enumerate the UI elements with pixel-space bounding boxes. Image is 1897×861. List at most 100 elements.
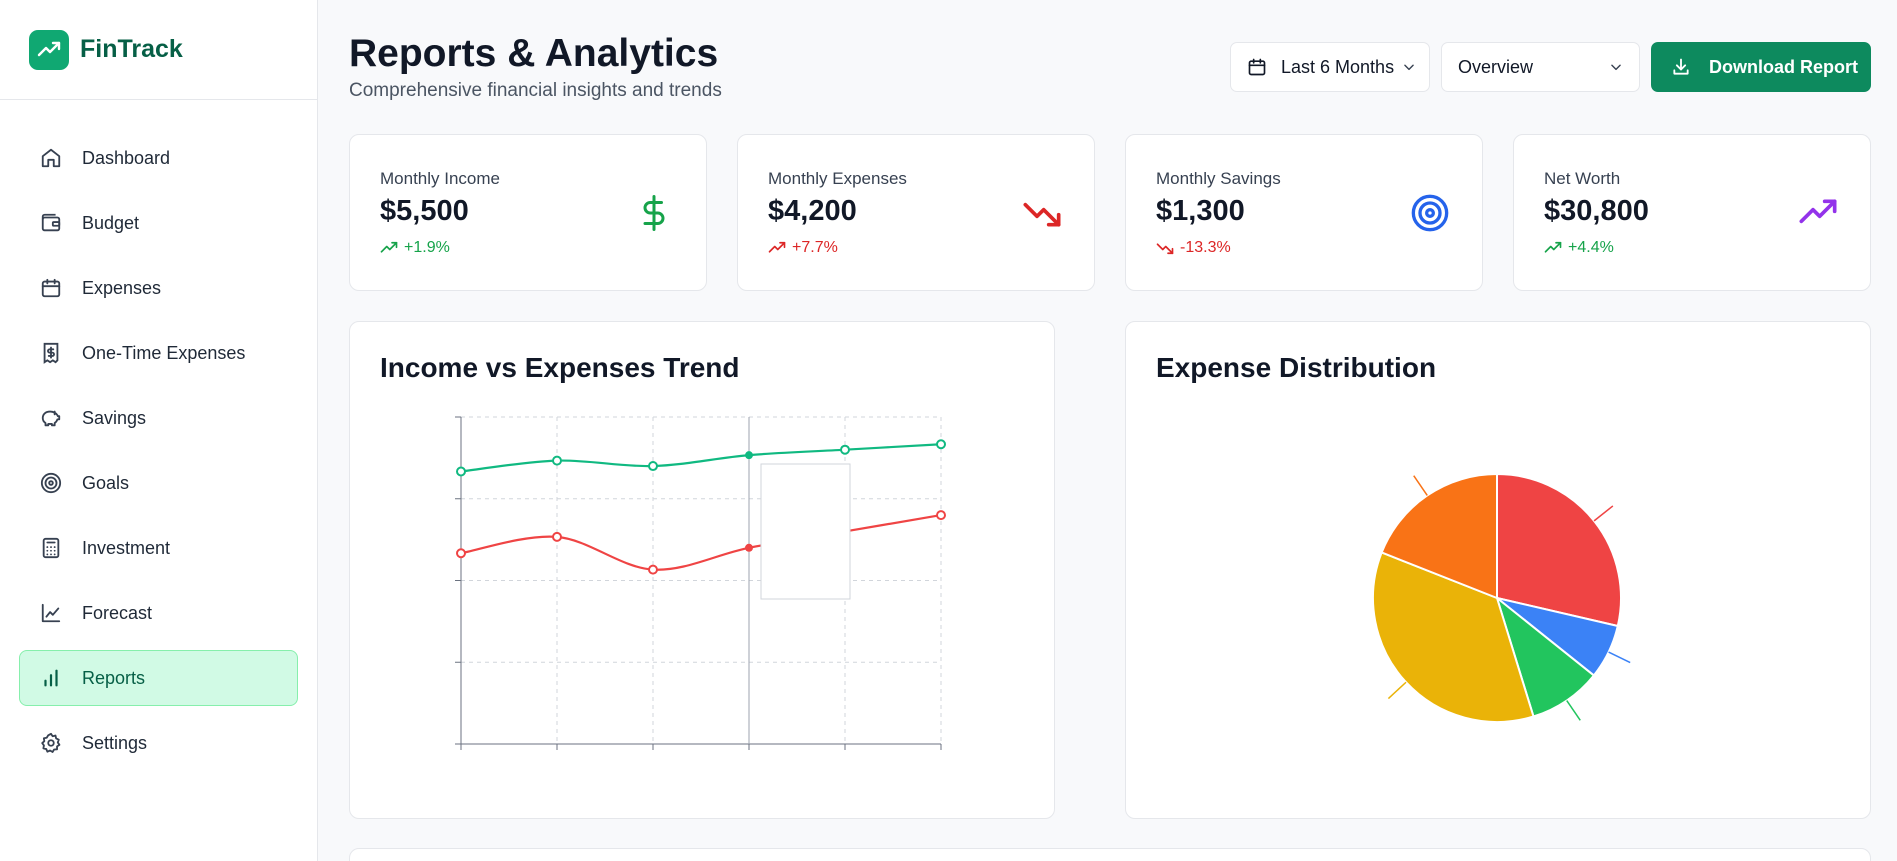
download-report-button[interactable]: Download Report (1651, 42, 1871, 92)
trending-down-icon (1156, 239, 1174, 257)
sidebar-item-reports[interactable]: Reports (19, 650, 298, 706)
sidebar-item-expenses[interactable]: Expenses (19, 260, 298, 316)
series-line-0 (460, 443, 942, 473)
piggy-bank-icon (39, 406, 63, 430)
stat-change: +7.7% (768, 239, 838, 257)
download-icon (1671, 57, 1691, 77)
stat-change-value: -13.3% (1180, 239, 1231, 256)
stat-label: Monthly Savings (1156, 169, 1281, 188)
sidebar-item-settings[interactable]: Settings (19, 715, 298, 771)
sidebar-item-label: Dashboard (82, 147, 171, 168)
stat-change: -13.3% (1156, 239, 1231, 257)
brand[interactable]: FinTrack (0, 0, 317, 100)
line-chart-icon (39, 601, 63, 625)
view-select-value: Overview (1458, 56, 1534, 77)
receipt-dollar-icon (39, 341, 63, 365)
header-controls: Last 6 Months Overview Download Report (1230, 42, 1871, 92)
calculator-icon (39, 536, 63, 560)
target-icon (1408, 191, 1452, 235)
period-select-value: Last 6 Months (1281, 56, 1395, 77)
series-1-point (456, 548, 466, 559)
sidebar-nav: Dashboard Budget Expenses One-Time Expen… (0, 100, 317, 771)
pie-label-connector (1608, 651, 1631, 664)
page-subtitle: Comprehensive financial insights and tre… (349, 80, 722, 101)
view-select[interactable]: Overview (1441, 42, 1640, 92)
trending-up-icon (380, 239, 398, 257)
bottom-panel (349, 848, 1871, 861)
series-0-point (936, 439, 946, 450)
dollar-sign-icon (632, 191, 676, 235)
pie-label-connector (1593, 505, 1614, 522)
sidebar: FinTrack Dashboard Budget Expenses One-T… (0, 0, 318, 861)
sidebar-item-dashboard[interactable]: Dashboard (19, 130, 298, 186)
sidebar-item-label: Expenses (82, 277, 162, 298)
stat-change-value: +4.4% (1568, 239, 1614, 256)
trending-up-icon (1796, 191, 1840, 235)
gear-icon (39, 731, 63, 755)
sidebar-item-forecast[interactable]: Forecast (19, 585, 298, 641)
sidebar-item-savings[interactable]: Savings (19, 390, 298, 446)
chevron-down-icon (1609, 60, 1623, 74)
page-title: Reports & Analytics (349, 32, 719, 75)
stat-cards: Monthly Income $5,500 +1.9% Monthly Expe… (349, 134, 1871, 291)
sidebar-item-label: One-Time Expenses (82, 342, 246, 363)
trending-up-icon (29, 29, 69, 70)
distribution-panel: Expense Distribution (1125, 321, 1871, 819)
stat-card-monthly-expenses: Monthly Expenses $4,200 +7.7% (737, 134, 1095, 291)
sidebar-item-label: Reports (82, 667, 146, 688)
sidebar-item-label: Budget (82, 212, 140, 233)
pie-label-connector (1413, 475, 1428, 496)
stat-value: $4,200 (768, 195, 857, 227)
sidebar-item-label: Savings (82, 407, 147, 428)
calendar-icon (39, 276, 63, 300)
pie-label-connector (1566, 700, 1581, 721)
calendar-icon (1247, 57, 1267, 77)
sidebar-item-label: Goals (82, 472, 130, 493)
stat-change: +1.9% (380, 239, 450, 257)
trending-up-icon (768, 239, 786, 257)
series-0-point (648, 461, 658, 472)
series-0-active-point (745, 451, 753, 460)
stat-change: +4.4% (1544, 239, 1614, 257)
sidebar-item-one-time-expenses[interactable]: One-Time Expenses (19, 325, 298, 381)
income-expenses-line-chart[interactable] (350, 322, 1056, 820)
sidebar-item-label: Investment (82, 537, 171, 558)
sidebar-item-label: Settings (82, 732, 148, 753)
trend-panel: Income vs Expenses Trend (349, 321, 1055, 819)
series-1-point (648, 564, 658, 575)
expense-distribution-pie-chart[interactable] (1126, 322, 1872, 820)
stat-value: $1,300 (1156, 195, 1245, 227)
sidebar-item-budget[interactable]: Budget (19, 195, 298, 251)
series-1-active-point (745, 543, 753, 552)
sidebar-item-investment[interactable]: Investment (19, 520, 298, 576)
series-1-point (936, 510, 946, 521)
series-0-point (552, 455, 562, 466)
app-name: FinTrack (80, 35, 183, 63)
stat-change-value: +7.7% (792, 239, 838, 256)
period-select[interactable]: Last 6 Months (1230, 42, 1430, 92)
stat-value: $30,800 (1544, 195, 1649, 227)
stat-card-net-worth: Net Worth $30,800 +4.4% (1513, 134, 1871, 291)
series-line-1 (460, 514, 942, 571)
bar-chart-icon (39, 666, 63, 690)
stat-card-monthly-income: Monthly Income $5,500 +1.9% (349, 134, 707, 291)
stat-label: Monthly Expenses (768, 169, 907, 188)
wallet-icon (39, 211, 63, 235)
chart-tooltip (760, 463, 851, 600)
series-0-point (840, 444, 850, 455)
series-1-point (552, 531, 562, 542)
stat-card-monthly-savings: Monthly Savings $1,300 -13.3% (1125, 134, 1483, 291)
stat-change-value: +1.9% (404, 239, 450, 256)
sidebar-item-label: Forecast (82, 602, 153, 623)
sidebar-item-goals[interactable]: Goals (19, 455, 298, 511)
home-icon (39, 146, 63, 170)
pie-label-connector (1387, 681, 1407, 700)
trending-down-icon (1020, 191, 1064, 235)
series-0-point (456, 466, 466, 477)
chevron-down-icon (1402, 60, 1416, 74)
target-icon (39, 471, 63, 495)
stat-value: $5,500 (380, 195, 469, 227)
stat-label: Net Worth (1544, 169, 1621, 188)
trending-up-icon (1544, 239, 1562, 257)
download-report-label: Download Report (1709, 56, 1858, 77)
